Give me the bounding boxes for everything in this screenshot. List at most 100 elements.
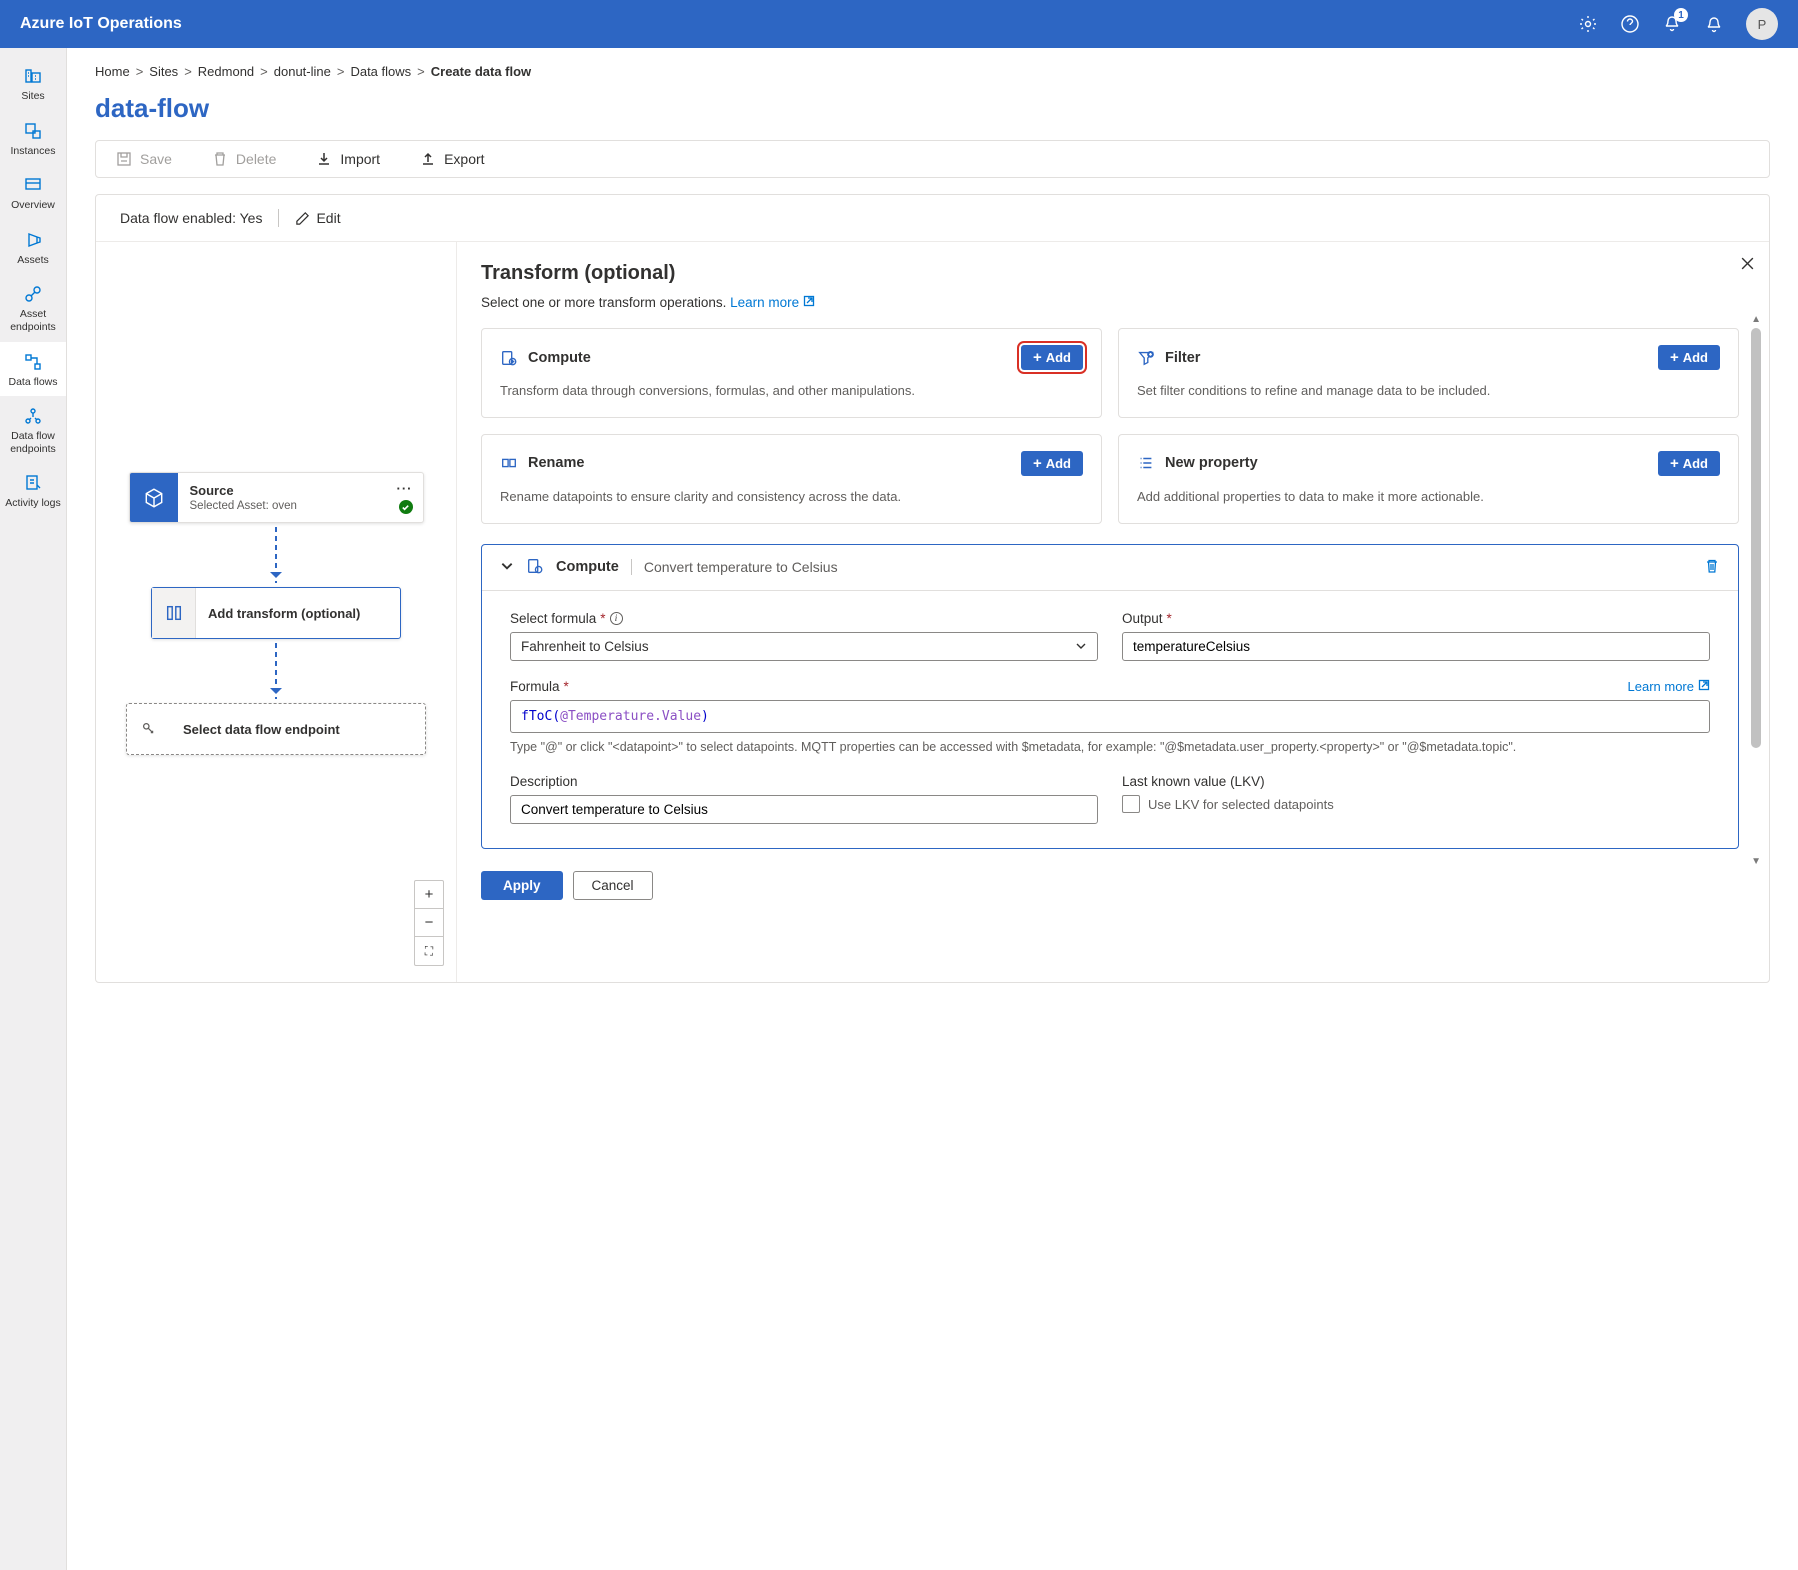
sidebar: Sites Instances Overview Assets Asset en… (0, 48, 67, 1570)
asset-endpoints-icon (23, 284, 43, 304)
panel-footer: Apply Cancel (481, 871, 1739, 900)
compute-title: Compute (556, 559, 619, 575)
sidebar-item-assets[interactable]: Assets (0, 220, 66, 275)
sidebar-label: Asset endpoints (4, 308, 62, 333)
compute-icon (526, 557, 544, 578)
op-desc: Transform data through conversions, form… (500, 382, 1083, 401)
import-icon (316, 151, 332, 167)
card-header: Data flow enabled: Yes Edit (96, 195, 1769, 242)
panel-description: Select one or more transform operations.… (481, 295, 1739, 310)
sidebar-item-instances[interactable]: Instances (0, 111, 66, 166)
more-icon[interactable]: ··· (397, 481, 413, 496)
formula-learn-more-link[interactable]: Learn more (1628, 679, 1710, 694)
transform-icon (152, 588, 196, 638)
notification-badge: 1 (1674, 8, 1688, 22)
edit-button[interactable]: Edit (295, 210, 340, 226)
formula-select[interactable]: Fahrenheit to Celsius (510, 632, 1098, 661)
filter-card: Filter +Add Set filter conditions to ref… (1118, 328, 1739, 418)
filter-add-button[interactable]: +Add (1658, 345, 1720, 370)
alerts-icon[interactable]: 1 (1662, 14, 1682, 34)
panel-title: Transform (optional) (481, 262, 1739, 285)
scroll-up-arrow[interactable]: ▲ (1751, 314, 1761, 325)
formula-hint: Type "@" or click "<datapoint>" to selec… (510, 739, 1710, 757)
flow-canvas[interactable]: Source Selected Asset: oven ··· (96, 242, 456, 982)
output-label: Output * (1122, 611, 1710, 626)
compute-subtitle: Convert temperature to Celsius (631, 559, 838, 575)
description-input[interactable] (510, 795, 1098, 824)
compute-icon (500, 349, 518, 367)
check-icon (399, 500, 413, 514)
formula-input[interactable]: fToC(@Temperature.Value) (510, 700, 1710, 733)
source-node[interactable]: Source Selected Asset: oven ··· (129, 472, 424, 523)
zoom-in-button[interactable]: + (415, 881, 443, 909)
learn-more-link[interactable]: Learn more (730, 295, 815, 310)
lkv-checkbox-label: Use LKV for selected datapoints (1148, 797, 1334, 812)
compute-section: Compute Convert temperature to Celsius S… (481, 544, 1739, 850)
breadcrumb-link[interactable]: Sites (149, 64, 178, 79)
data-flows-icon (23, 352, 43, 372)
zoom-out-button[interactable]: − (415, 909, 443, 937)
breadcrumb-link[interactable]: Redmond (198, 64, 254, 79)
lkv-checkbox[interactable] (1122, 795, 1140, 813)
node-label: Add transform (optional) (196, 606, 372, 621)
delete-button: Delete (212, 151, 276, 167)
output-input[interactable] (1122, 632, 1710, 661)
export-icon (420, 151, 436, 167)
newprop-add-button[interactable]: +Add (1658, 451, 1720, 476)
avatar[interactable]: P (1746, 8, 1778, 40)
rename-icon (500, 454, 518, 472)
close-icon[interactable] (1740, 256, 1755, 276)
scrollbar[interactable] (1751, 328, 1761, 758)
status-text: Data flow enabled: Yes (120, 210, 262, 226)
sidebar-item-data-flow-endpoints[interactable]: Data flow endpoints (0, 396, 66, 463)
breadcrumb-link[interactable]: donut-line (274, 64, 331, 79)
sidebar-item-activity-logs[interactable]: Activity logs (0, 463, 66, 518)
export-button[interactable]: Export (420, 151, 484, 167)
app-title: Azure IoT Operations (20, 15, 182, 33)
assets-icon (23, 230, 43, 250)
topbar-actions: 1 P (1578, 8, 1778, 40)
sidebar-item-asset-endpoints[interactable]: Asset endpoints (0, 274, 66, 341)
endpoint-icon (127, 704, 171, 754)
settings-icon[interactable] (1578, 14, 1598, 34)
sidebar-label: Data flows (8, 376, 57, 389)
scroll-down-arrow[interactable]: ▼ (1751, 856, 1761, 867)
endpoint-node[interactable]: Select data flow endpoint (126, 703, 426, 755)
breadcrumb-link[interactable]: Home (95, 64, 130, 79)
compute-body: Select formula * i Fahrenheit to Celsius… (482, 591, 1738, 849)
transform-node[interactable]: Add transform (optional) (151, 587, 401, 639)
node-title: Source (190, 483, 411, 498)
node-subtitle: Selected Asset: oven (190, 500, 411, 512)
import-button[interactable]: Import (316, 151, 380, 167)
op-desc: Add additional properties to data to mak… (1137, 488, 1720, 507)
rename-add-button[interactable]: +Add (1021, 451, 1083, 476)
external-link-icon (1698, 679, 1710, 694)
sidebar-label: Assets (17, 254, 49, 267)
breadcrumb-link[interactable]: Data flows (350, 64, 411, 79)
zoom-fit-button[interactable]: ⛶ (415, 937, 443, 965)
sidebar-item-sites[interactable]: Sites (0, 56, 66, 111)
breadcrumb-current: Create data flow (431, 64, 531, 79)
apply-button[interactable]: Apply (481, 871, 563, 900)
breadcrumb: Home> Sites> Redmond> donut-line> Data f… (95, 64, 1770, 79)
compute-add-button[interactable]: +Add (1021, 345, 1083, 370)
sidebar-item-overview[interactable]: Overview (0, 165, 66, 220)
filter-icon (1137, 349, 1155, 367)
info-icon[interactable]: i (610, 612, 623, 625)
newprop-card: New property +Add Add additional propert… (1118, 434, 1739, 524)
sidebar-label: Activity logs (5, 497, 60, 510)
sidebar-label: Sites (21, 90, 44, 103)
edit-icon (295, 211, 310, 226)
transform-panel: Transform (optional) Select one or more … (456, 242, 1769, 982)
notifications-icon[interactable] (1704, 14, 1724, 34)
op-title: Rename (528, 455, 584, 471)
op-title: New property (1165, 455, 1258, 471)
lkv-label: Last known value (LKV) (1122, 774, 1710, 789)
cancel-button[interactable]: Cancel (573, 871, 653, 900)
help-icon[interactable] (1620, 14, 1640, 34)
sidebar-item-data-flows[interactable]: Data flows (0, 342, 66, 397)
formula-label: Formula * (510, 679, 569, 694)
trash-icon[interactable] (1704, 558, 1720, 577)
chevron-down-icon[interactable] (500, 559, 514, 576)
divider (278, 209, 279, 227)
